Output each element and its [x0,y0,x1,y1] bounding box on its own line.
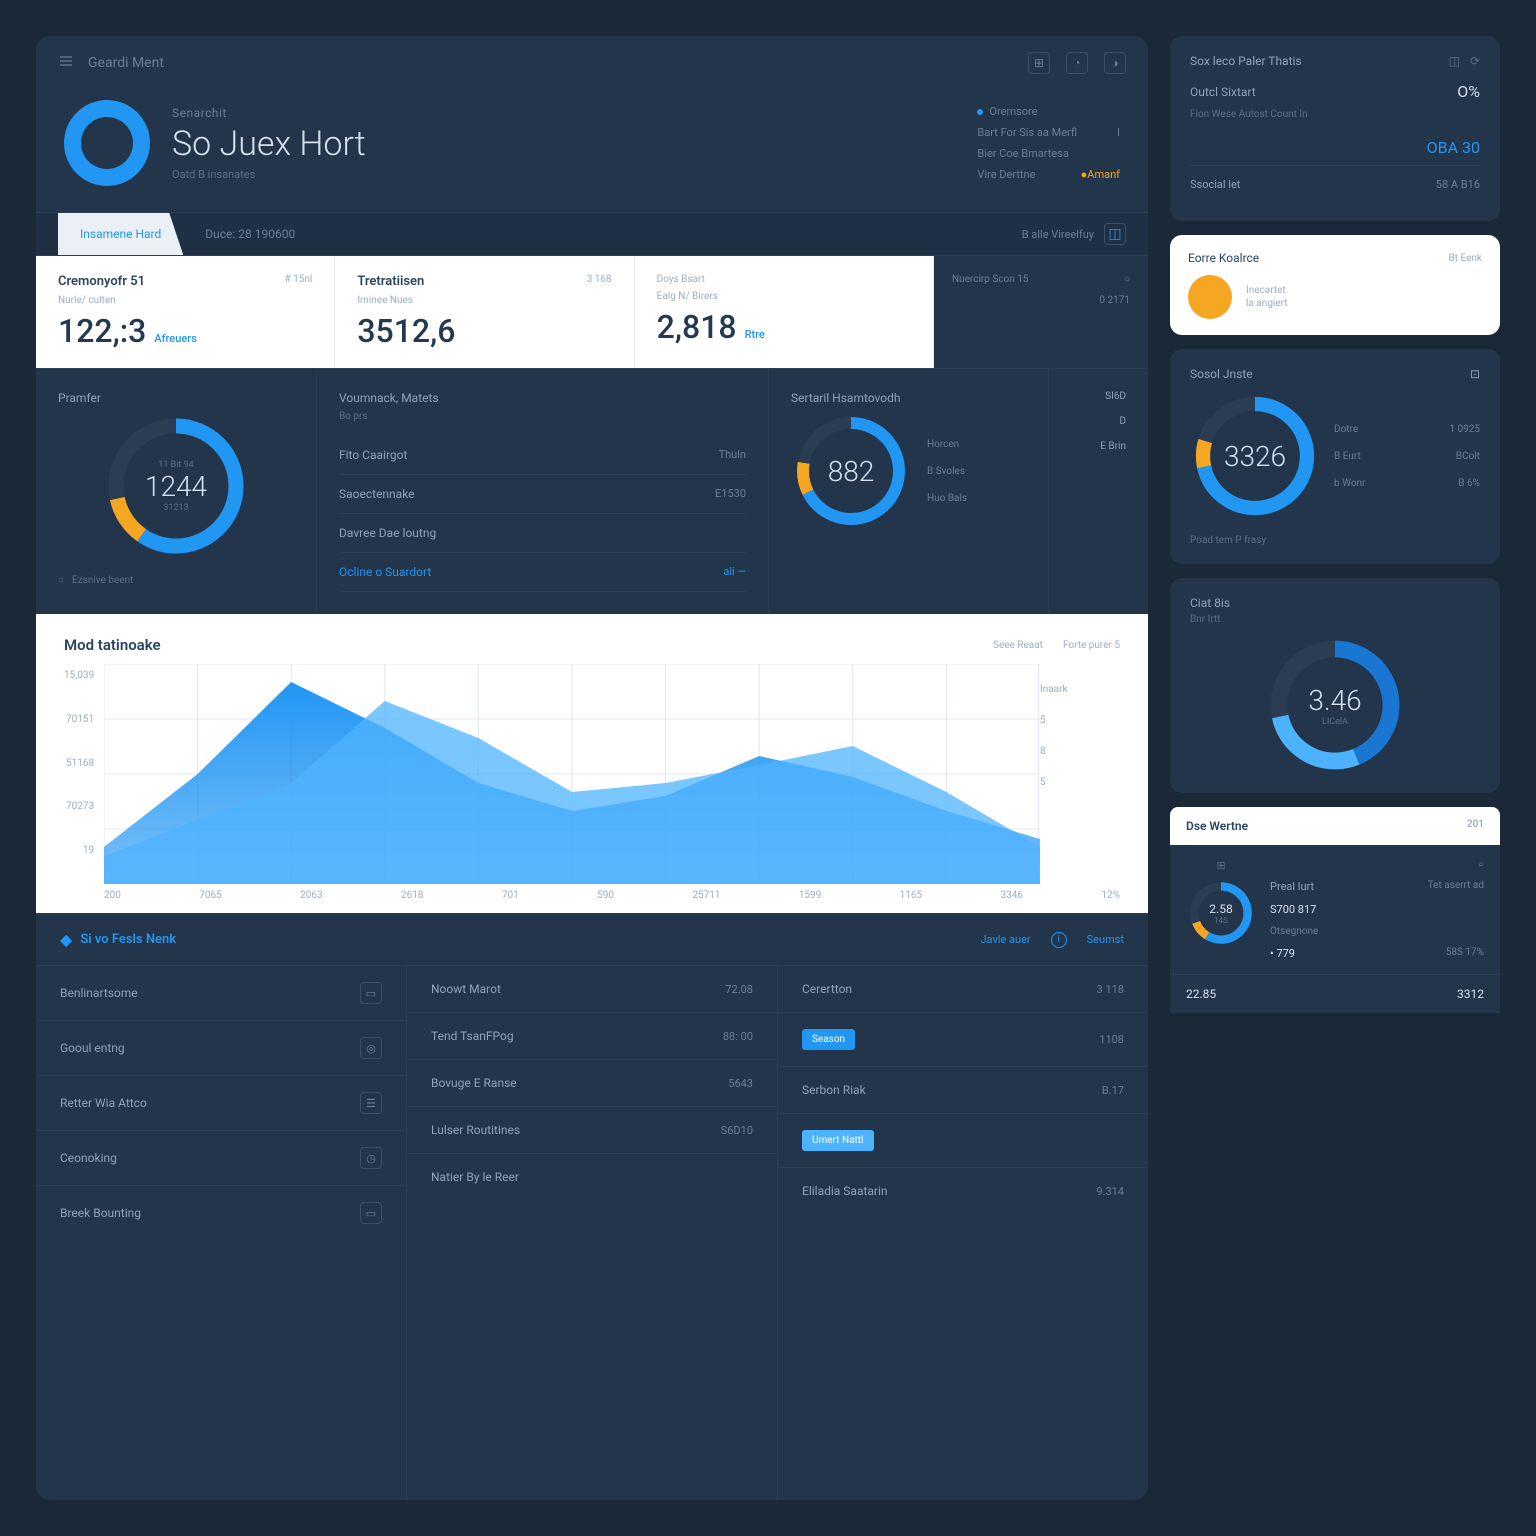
list-item[interactable]: Benlinartsome▭ [36,965,406,1020]
tabs: Insamene Hard Duce: 28 190600 B alle Vir… [36,212,1148,256]
info-icon[interactable]: i [1051,932,1067,948]
expand-icon[interactable]: ⊡ [1470,367,1480,381]
stat-row: Cremonyofr 51# 15nl Nurle/ culten 122,:3… [36,256,1148,368]
hero: Senarchit So Juex Hort Oatd B insanates … [36,90,1148,212]
main-panel: Geardi Ment ⊞ ◔ ◑ Senarchit So Juex Hort… [36,36,1148,1500]
tabs-grid-icon[interactable]: ◫ [1104,223,1126,245]
chart-legend: Inaark 5 8 5 [1040,664,1120,884]
tab-2[interactable]: Duce: 28 190600 [183,213,317,255]
section-bar: ◆ Si vo Fesls Nenk Javle auer i Seumst [36,913,1148,965]
stat-card-1: Cremonyofr 51# 15nl Nurle/ culten 122,:3… [36,256,335,368]
side-card-overview: Sox leco Paler Thatis ◫⟳ Outcl Sixtart O… [1170,36,1500,221]
hero-meta: Oremsore Bart For Sis aa MerflI Bier Coe… [977,105,1120,181]
list-item[interactable]: Gooul entng◎ [36,1020,406,1075]
side-card-profile: Eorre KoalrceBt Eenk Inecartet la angier… [1170,235,1500,335]
side-icon-1[interactable]: ◫ [1449,54,1460,68]
bottom-col-2: Noowt Marot72.08 Tend TsanFPog88: 00 Bov… [406,965,777,1500]
tabs-right-label: B alle Vireelfuy [1022,228,1094,241]
list-item[interactable]: Ceonoking◷ [36,1130,406,1185]
gauge-col-1: Pramfer 11 Bit 94 1244 31213 ○Ezsnive be… [36,369,316,614]
gauge-col-3: Sertaril Hsamtovodh 882 Horcen B Svoles … [768,369,1048,614]
avatar [1188,275,1232,319]
search-icon[interactable]: ⌕ [1478,859,1484,870]
grid-icon[interactable]: ⊞ [1216,859,1225,872]
page-title: So Juex Hort [172,124,366,164]
doc-icon: ☰ [360,1092,382,1114]
gauge-col-2: Voumnack, Matets Bo prs Fito CaairgotThu… [316,369,768,614]
clock-icon: ◷ [360,1147,382,1169]
box-icon: ▭ [360,982,382,1004]
target-icon: ◎ [360,1037,382,1059]
gauge-col-4: SI6D D E Brin [1048,369,1148,614]
side-gauge-1: Sosol Jnste⊡ 3326 Dotre1 0925 B EurtBCol… [1170,349,1500,564]
box-icon: ▭ [360,1202,382,1224]
topbar-icon-2[interactable]: ◔ [1066,52,1088,74]
side-panel: Sox leco Paler Thatis ◫⟳ Outcl Sixtart O… [1170,36,1500,1500]
area-chart [104,664,1040,884]
hero-subtitle: Oatd B insanates [172,168,366,181]
topbar-icon-3[interactable]: ◑ [1104,52,1126,74]
pill-button[interactable]: Umert Nattl [802,1130,874,1151]
gauge-row: Pramfer 11 Bit 94 1244 31213 ○Ezsnive be… [36,368,1148,614]
gauge-2: 882 [791,411,911,531]
side-gauge-2: Ciat 8is Bnr Irtt 3.46LICelA [1170,578,1500,793]
topbar-icon-1[interactable]: ⊞ [1028,52,1050,74]
chart-x-axis: 2007065 20632618 701590 257111599 116533… [64,884,1120,901]
gauge-1: 11 Bit 94 1244 31213 [101,411,251,561]
mini-gauge: 2.5814S [1186,878,1256,948]
list-item[interactable]: Retter Wia Attco☰ [36,1075,406,1130]
app-title: Geardi Ment [88,55,164,71]
list-item[interactable]: Breek Bounting▭ [36,1185,406,1240]
side-table-card: Dse Wertne 201 ⊞ 2.5814S ⌕ Preal lurtTet… [1170,807,1500,1013]
bottom-col-3: Cerertton3 118 Season1108 Serbon RiakB.1… [777,965,1148,1500]
tab-active[interactable]: Insamene Hard [58,213,183,255]
stat-card-2: Tretratiisen3 168 Iminee Nues 3512,6 [335,256,634,368]
chart-title: Mod tatinoake [64,636,161,654]
bottom-col-1: Benlinartsome▭ Gooul entng◎ Retter Wia A… [36,965,406,1500]
stat-card-meta: Nuercirp Scon 15○ 0 2171 [934,256,1148,368]
top-bar: Geardi Ment ⊞ ◔ ◑ [36,36,1148,90]
bottom-grid: Benlinartsome▭ Gooul entng◎ Retter Wia A… [36,965,1148,1500]
chart-y-axis: 15,039 70151 51168 70273 19 [64,664,104,884]
side-icon-2[interactable]: ⟳ [1470,54,1480,68]
logo-donut-icon [64,100,150,186]
menu-icon[interactable] [58,53,74,73]
pill-button[interactable]: Season [802,1029,855,1050]
hero-label: Senarchit [172,106,366,120]
stat-card-3: Doys Bsart Ealg N/ Birers 2,818Rtre [635,256,934,368]
chart-panel: Mod tatinoake Seee Reaat Forte purer 5 1… [36,614,1148,913]
